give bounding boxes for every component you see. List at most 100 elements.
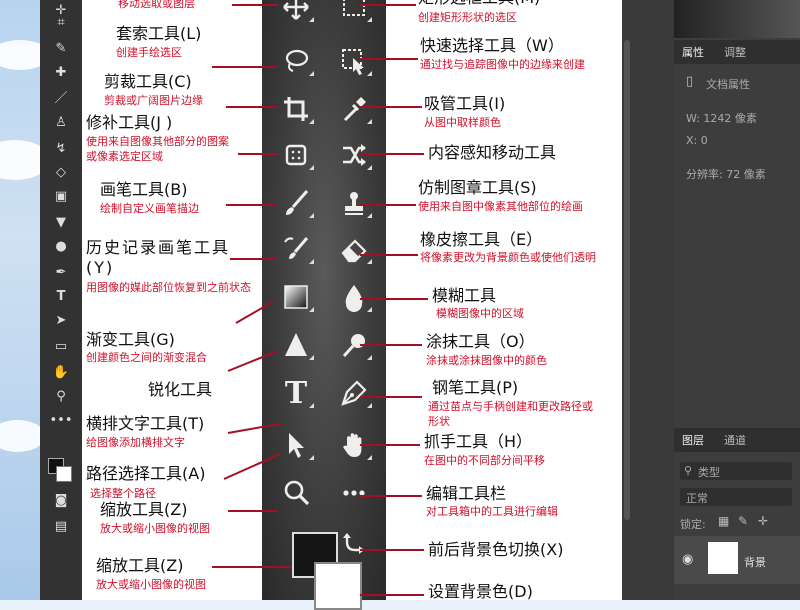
dodge-tool-icon[interactable]: ● [40, 236, 82, 258]
label-hand: 抓手工具（H） [424, 432, 533, 451]
desc-patch: 使用来自图像其他部分的图案 或像素选定区域 [86, 135, 229, 163]
connector-line [360, 594, 424, 596]
connector-line [360, 444, 420, 446]
lasso-icon[interactable] [276, 44, 316, 78]
label-move: 移动选取或图层 [118, 0, 195, 10]
desc-history-brush: 用图像的媒此部位恢复到之前状态 [86, 281, 251, 294]
x-readout: X: 0 [686, 134, 708, 147]
screen-mode-icon[interactable]: ▤ [40, 516, 82, 538]
desc-edit-toolbar: 对工具箱中的工具进行编辑 [426, 505, 558, 518]
history-brush-icon[interactable]: ↯ [40, 138, 82, 160]
lock-move-icon[interactable]: ✛ [758, 514, 768, 528]
eraser-icon[interactable] [334, 232, 374, 266]
stamp-icon[interactable] [334, 186, 374, 220]
desc-marquee: 创建矩形形状的选区 [418, 11, 517, 24]
kind-filter[interactable]: ⚲ 类型 [680, 462, 792, 480]
eyedropper-tool-icon[interactable]: ✎ [40, 38, 82, 60]
connector-line [226, 204, 278, 206]
doc-props-label: 文档属性 [706, 78, 750, 91]
label-path-selection: 路径选择工具(A) [86, 464, 206, 483]
content-aware-move-icon[interactable] [334, 138, 374, 172]
document-icon: ▯ [686, 74, 694, 89]
label-sharpen: 锐化工具 [148, 380, 213, 399]
path-select-icon[interactable]: ➤ [40, 310, 82, 332]
tool-icon-column: T [262, 0, 386, 610]
crop-tool-icon[interactable]: ⌗ [40, 12, 82, 34]
desc-zoom: 放大或缩小图像的视图 [100, 522, 210, 535]
layer-name: 背景 [744, 556, 766, 569]
connector-line [360, 549, 424, 551]
connector-line [212, 66, 278, 68]
label-patch: 修补工具(J ) [86, 113, 173, 132]
tab-properties[interactable]: 属性 [682, 44, 704, 60]
blend-mode-value: 正常 [686, 492, 708, 505]
background-color-swatch-large[interactable] [314, 562, 362, 610]
desc-clone-stamp: 使用来自图中像素其他部位的绘画 [418, 200, 583, 213]
label-blur: 模糊工具 [432, 286, 497, 305]
properties-tabbar: 属性 调整 [674, 40, 800, 64]
tab-adjust[interactable]: 调整 [724, 44, 746, 60]
eraser-tool-icon[interactable]: ◇ [40, 162, 82, 184]
label-eyedropper: 吸管工具(I) [424, 94, 506, 113]
zoom-icon[interactable] [276, 476, 316, 510]
path-selection-icon[interactable] [276, 428, 316, 462]
tab-channels[interactable]: 通道 [724, 432, 746, 448]
visibility-eye-icon[interactable]: ◉ [682, 552, 693, 567]
type-icon[interactable]: T [276, 376, 316, 411]
lock-pixels-icon[interactable]: ▦ [718, 514, 729, 528]
quick-mask-icon[interactable]: ◙ [40, 490, 82, 512]
desc-hand: 在图中的不同部分间平移 [424, 454, 545, 467]
label-quick-selection: 快速选择工具（W） [420, 36, 564, 55]
pen-icon[interactable] [334, 376, 374, 410]
desc-brush: 绘制自定义画笔描边 [100, 202, 199, 215]
eyedropper-icon[interactable] [334, 92, 374, 126]
brush-icon[interactable] [276, 186, 316, 220]
scrollbar[interactable] [624, 40, 630, 520]
background-color-swatch[interactable] [56, 466, 72, 482]
move-icon[interactable] [276, 0, 316, 24]
patch-icon[interactable] [276, 138, 316, 172]
connector-line [360, 344, 422, 346]
hand-tool-icon[interactable]: ✋ [40, 362, 82, 384]
label-content-aware-move: 内容感知移动工具 [428, 143, 557, 162]
desc-gradient: 创建颜色之间的渐变混合 [86, 351, 207, 364]
label-type: 横排文字工具(T) [86, 414, 205, 433]
desc-blur: 模糊图像中的区域 [436, 307, 524, 320]
gradient-icon[interactable] [276, 280, 316, 314]
more-tools-icon[interactable] [334, 476, 374, 510]
patch-tool-icon[interactable]: ✚ [40, 62, 82, 84]
history-brush-icon[interactable] [276, 232, 316, 266]
tab-layers[interactable]: 图层 [682, 432, 704, 448]
more-tools-icon[interactable]: ••• [40, 410, 82, 432]
desc-crop: 剪裁或广阔图片边缘 [104, 94, 203, 107]
connector-line [360, 254, 418, 256]
text-tool-icon[interactable]: T [40, 286, 82, 308]
blur-tool-icon[interactable]: ▼ [40, 212, 82, 234]
label-clone-stamp: 仿制图章工具(S) [418, 178, 537, 197]
connector-line [230, 258, 278, 260]
gradient-tool-icon[interactable]: ▣ [40, 186, 82, 208]
pen-tool-icon[interactable]: ✒ [40, 262, 82, 284]
top-dark-bar [674, 0, 800, 38]
label-marquee: 矩形选框工具(M) [418, 0, 540, 8]
connector-line [360, 204, 416, 206]
swap-colors-icon[interactable] [334, 526, 374, 560]
rectangle-tool-icon[interactable]: ▭ [40, 336, 82, 358]
crop-icon[interactable] [276, 92, 316, 126]
zoom-tool-icon[interactable]: ⚲ [40, 386, 82, 408]
quick-selection-icon[interactable] [334, 44, 374, 78]
lock-paint-icon[interactable]: ✎ [738, 514, 748, 528]
photoshop-left-toolbar: ✛ ⌗ ✎ ✚ ／ ♙ ↯ ◇ ▣ ▼ ● ✒ T ➤ ▭ ✋ ⚲ ••• ◙ … [40, 0, 82, 600]
blur-icon[interactable] [334, 280, 374, 314]
label-set-background: 设置背景色(D) [428, 582, 533, 601]
blend-mode-select[interactable]: 正常 [680, 488, 792, 506]
desc-type: 给图像添加横排文字 [86, 436, 185, 449]
brush-tool-icon[interactable]: ／ [40, 88, 82, 110]
label-smudge: 涂抹工具（O） [426, 332, 535, 351]
desc-smudge: 涂抹或涂抹图像中的颜色 [426, 354, 547, 367]
label-zoom-2: 缩放工具(Z) [96, 556, 184, 575]
sharpen-icon[interactable] [276, 328, 316, 362]
stamp-tool-icon[interactable]: ♙ [40, 112, 82, 134]
desc-pen: 通过苗点与手柄创建和更改路径或形状 [428, 400, 593, 428]
label-swap-colors: 前后背景色切换(X) [428, 540, 564, 559]
